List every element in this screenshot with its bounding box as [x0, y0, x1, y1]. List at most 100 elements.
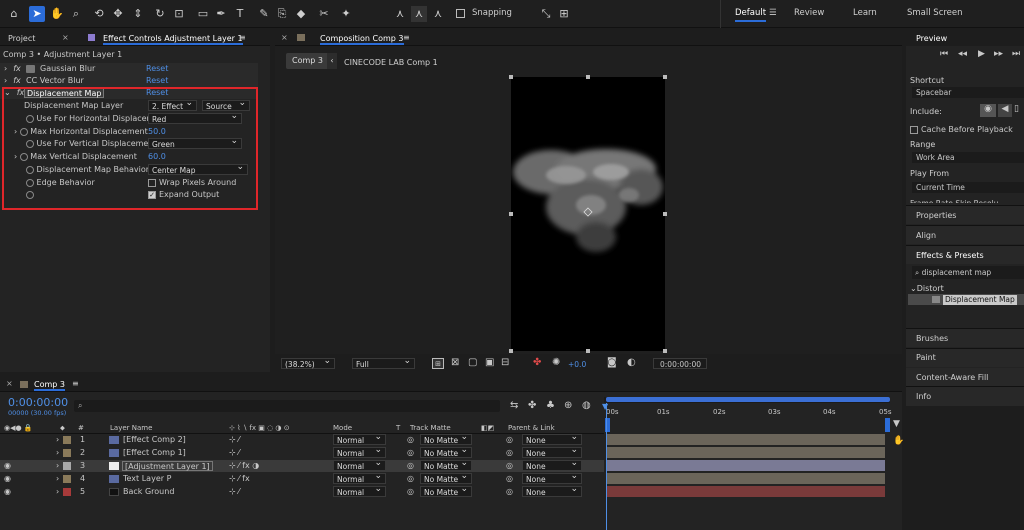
effect-row-gaussian-blur[interactable]: › fx Gaussian Blur Reset: [0, 63, 258, 75]
label-color-swatch[interactable]: [63, 436, 71, 444]
playfrom-dropdown[interactable]: Current Time: [912, 182, 1024, 193]
layer-duration-bar[interactable]: [607, 447, 885, 458]
layer-switches[interactable]: ⊹ ⁄ fx: [229, 473, 250, 485]
orbit-tool-icon[interactable]: ⟲: [91, 6, 107, 22]
eye-icon[interactable]: ◉: [4, 473, 11, 485]
matte-link-icon[interactable]: ◎: [407, 434, 414, 446]
label-color-swatch[interactable]: [63, 475, 71, 483]
range-dropdown[interactable]: Work Area: [912, 152, 1024, 163]
mask-visibility-icon[interactable]: ▢: [468, 357, 477, 368]
reset-link[interactable]: Reset: [146, 75, 168, 87]
track-matte-dropdown[interactable]: No Matte: [420, 484, 472, 497]
transform-handle[interactable]: [663, 75, 667, 79]
playhead-handle-icon[interactable]: ▼: [602, 402, 608, 411]
hand-tool-icon[interactable]: ✋: [49, 6, 65, 22]
matte-link-icon[interactable]: ◎: [407, 486, 414, 498]
workspace-learn[interactable]: Learn: [853, 8, 877, 18]
layer-row[interactable]: › 2 [Effect Comp 1] ⊹ ⁄ Normal ◎ No Matt…: [0, 445, 604, 459]
panel-menu-icon[interactable]: ≡: [403, 33, 410, 42]
include-overlay-icon[interactable]: ▯: [1014, 104, 1024, 117]
transform-handle[interactable]: [509, 75, 513, 79]
panel-menu-icon[interactable]: ≡: [239, 33, 246, 42]
align-panel-tab[interactable]: Align: [916, 231, 936, 240]
blend-mode-dropdown[interactable]: Normal: [333, 458, 386, 471]
pickwhip-icon[interactable]: ◎: [506, 473, 513, 485]
comp-flowchart-icon[interactable]: ⇆: [510, 400, 518, 411]
close-icon[interactable]: ×: [62, 33, 69, 42]
transform-handle[interactable]: [509, 212, 513, 216]
parent-dropdown[interactable]: None: [522, 445, 582, 458]
selection-tool-icon[interactable]: ➤: [29, 6, 45, 22]
zoom-dropdown[interactable]: (38.2%): [281, 356, 335, 369]
label-color-swatch[interactable]: [63, 449, 71, 457]
snapping-options-icon[interactable]: ⤡: [538, 6, 554, 22]
layer-switches[interactable]: ⊹ ⁄ fx ◑: [229, 460, 259, 472]
effect-result-name[interactable]: Displacement Map: [943, 295, 1017, 305]
transform-handle[interactable]: [509, 349, 513, 353]
anchor-tool-icon[interactable]: ⊡: [171, 6, 187, 22]
eye-icon[interactable]: ◉: [4, 486, 11, 498]
distort-category[interactable]: ⌄Distort: [910, 284, 944, 293]
comp-marker-icon[interactable]: ▼: [893, 419, 900, 429]
layer-duration-bar[interactable]: [607, 460, 885, 471]
prev-frame-icon[interactable]: ◂◂: [958, 49, 967, 59]
track-matte-dropdown[interactable]: No Matte: [420, 445, 472, 458]
axis-local-icon[interactable]: ⋏: [392, 6, 408, 22]
draft-3d-icon[interactable]: ✤: [528, 400, 536, 411]
snapping-grid-icon[interactable]: ⊞: [556, 6, 572, 22]
workspace-default[interactable]: Default: [735, 8, 767, 22]
exposure-reset-icon[interactable]: ✺: [552, 357, 560, 368]
guides-icon[interactable]: ⊟: [501, 357, 509, 368]
layer-switches[interactable]: ⊹ ⁄: [229, 434, 240, 446]
layer-row[interactable]: ◉ › 5 Back Ground ⊹ ⁄ Normal ◎ No Matte …: [0, 484, 604, 498]
layer-row-selected[interactable]: ◉ › 3 [Adjustment Layer 1] ⊹ ⁄ fx ◑ Norm…: [0, 458, 604, 472]
zoom-tool-icon[interactable]: ⌕: [68, 6, 84, 22]
snapping-checkbox[interactable]: [456, 9, 465, 18]
effect-row-cc-vector-blur[interactable]: › fx CC Vector Blur Reset: [0, 75, 258, 87]
axis-view-icon[interactable]: ⋏: [430, 6, 446, 22]
panel-menu-icon[interactable]: ≡: [72, 379, 79, 388]
pickwhip-icon[interactable]: ◎: [506, 434, 513, 446]
transform-handle[interactable]: [663, 349, 667, 353]
layer-switches[interactable]: ⊹ ⁄: [229, 447, 240, 459]
include-audio-icon[interactable]: ◀: [998, 104, 1012, 117]
content-aware-fill-panel-tab[interactable]: Content-Aware Fill: [916, 373, 988, 382]
matte-link-icon[interactable]: ◎: [407, 473, 414, 485]
brushes-panel-tab[interactable]: Brushes: [916, 334, 948, 343]
track-matte-dropdown[interactable]: No Matte: [420, 458, 472, 471]
blend-mode-dropdown[interactable]: Normal: [333, 471, 386, 484]
layer-duration-bar[interactable]: [607, 434, 885, 445]
include-video-icon[interactable]: ◉: [980, 104, 996, 117]
track-matte-dropdown[interactable]: No Matte: [420, 471, 472, 484]
info-panel-tab[interactable]: Info: [916, 392, 931, 401]
eye-icon[interactable]: ◉: [4, 460, 11, 472]
pan-tool-icon[interactable]: ✥: [110, 6, 126, 22]
paint-panel-tab[interactable]: Paint: [916, 353, 936, 362]
tab-composition[interactable]: Composition Comp 3: [320, 34, 404, 45]
next-frame-icon[interactable]: ▸▸: [994, 49, 1003, 59]
breadcrumb-next[interactable]: CINECODE LAB Comp 1: [344, 58, 438, 67]
frame-blend-icon[interactable]: ⊕: [564, 400, 572, 411]
clone-tool-icon[interactable]: ⎘: [274, 6, 290, 22]
shy-icon[interactable]: ♣: [546, 400, 555, 411]
axis-world-icon[interactable]: ⋏: [411, 6, 427, 22]
motion-blur-icon[interactable]: ◍: [582, 400, 591, 411]
layer-row[interactable]: › 1 [Effect Comp 2] ⊹ ⁄ Normal ◎ No Matt…: [0, 432, 604, 446]
shortcut-dropdown[interactable]: Spacebar: [912, 87, 1024, 98]
pickwhip-icon[interactable]: ◎: [506, 460, 513, 472]
label-color-swatch[interactable]: [63, 462, 71, 470]
layer-duration-bar[interactable]: [607, 473, 885, 484]
dolly-tool-icon[interactable]: ⇕: [130, 6, 146, 22]
rectangle-tool-icon[interactable]: ▭: [195, 6, 211, 22]
parent-dropdown[interactable]: None: [522, 484, 582, 497]
exposure-value[interactable]: +0.0: [568, 360, 586, 369]
transparency-grid-icon[interactable]: ⊠: [451, 357, 459, 368]
composition-canvas[interactable]: [511, 77, 665, 351]
viewer-timecode[interactable]: 0:00:00:00: [653, 358, 707, 369]
breadcrumb-active[interactable]: Comp 3: [286, 53, 329, 69]
show-snapshot-icon[interactable]: ◐: [627, 357, 636, 368]
region-of-interest-icon[interactable]: ▣: [485, 357, 494, 368]
layer-name[interactable]: [Effect Comp 1]: [123, 447, 186, 459]
play-icon[interactable]: ▶: [978, 49, 985, 59]
first-frame-icon[interactable]: ⏮: [940, 49, 948, 59]
